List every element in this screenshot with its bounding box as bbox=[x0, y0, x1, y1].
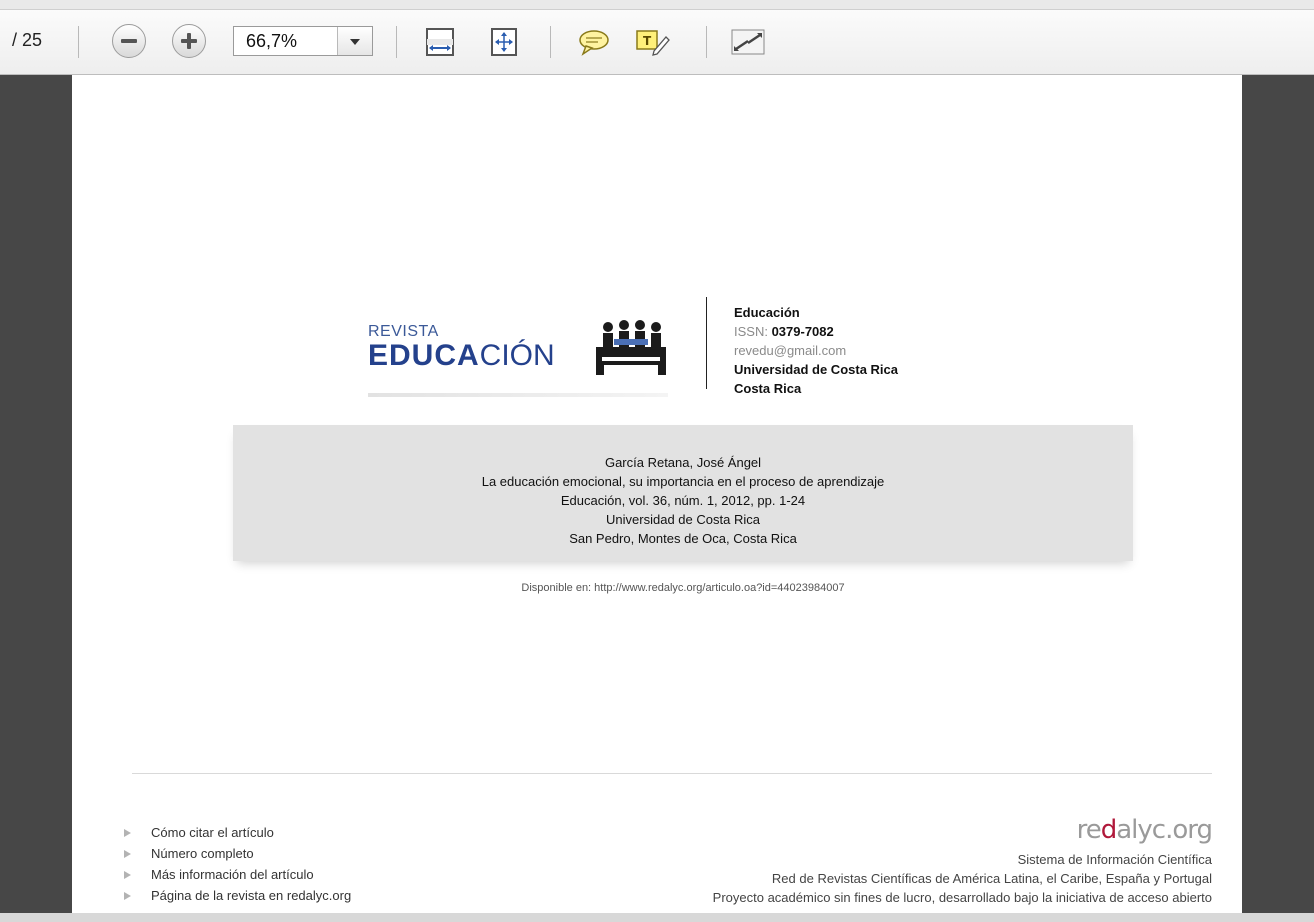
journal-info: Educación ISSN: 0379-7082 revedu@gmail.c… bbox=[734, 303, 898, 398]
link-journal-page[interactable]: Página de la revista en redalyc.org bbox=[151, 885, 351, 906]
pdf-toolbar: / 25 66,7% T bbox=[0, 10, 1314, 75]
highlight-text-button[interactable]: T bbox=[632, 24, 672, 60]
toolbar-separator bbox=[78, 26, 79, 58]
triangle-bullet-icon bbox=[124, 891, 131, 900]
citation-location: San Pedro, Montes de Oca, Costa Rica bbox=[569, 531, 797, 546]
fit-width-button[interactable] bbox=[420, 24, 460, 60]
footer-line-system: Sistema de Información Científica bbox=[1017, 852, 1212, 867]
footer-line-project: Proyecto académico sin fines de lucro, d… bbox=[712, 890, 1212, 905]
link-cite-article[interactable]: Cómo citar el artículo bbox=[151, 822, 274, 843]
triangle-bullet-icon bbox=[124, 849, 131, 858]
fit-page-icon bbox=[491, 28, 517, 56]
toolbar-separator bbox=[706, 26, 707, 58]
window-top-strip bbox=[0, 0, 1314, 10]
list-item[interactable]: Cómo citar el artículo bbox=[124, 822, 351, 843]
pdf-page: REVISTA EDUCACIÓN Educación ISSN: 0379-7… bbox=[72, 75, 1242, 922]
footer-divider bbox=[132, 773, 1212, 774]
chevron-down-icon bbox=[350, 39, 360, 45]
list-item[interactable]: Número completo bbox=[124, 843, 351, 864]
next-page-edge bbox=[0, 913, 1314, 922]
footer-info: Sistema de Información Científica Red de… bbox=[713, 850, 1212, 907]
page-count: / 25 bbox=[12, 30, 43, 50]
citation-box: García Retana, José Ángel La educación e… bbox=[233, 425, 1133, 561]
zoom-out-button[interactable] bbox=[112, 24, 146, 58]
svg-text:T: T bbox=[643, 34, 652, 48]
full-screen-button[interactable] bbox=[728, 24, 768, 60]
logo-underline bbox=[368, 393, 668, 397]
triangle-bullet-icon bbox=[124, 870, 131, 879]
list-item[interactable]: Página de la revista en redalyc.org bbox=[124, 885, 351, 906]
fit-width-icon bbox=[426, 28, 454, 56]
triangle-bullet-icon bbox=[124, 828, 131, 837]
citation-author: García Retana, José Ángel bbox=[604, 455, 762, 470]
comment-button[interactable] bbox=[574, 24, 614, 60]
text-highlight-icon: T bbox=[636, 30, 670, 56]
journal-logo: REVISTA EDUCACIÓN bbox=[368, 295, 670, 397]
footer-line-network: Red de Revistas Científicas de América L… bbox=[771, 871, 1212, 886]
expand-icon bbox=[731, 29, 765, 55]
toolbar-separator bbox=[396, 26, 397, 58]
minus-icon bbox=[121, 39, 137, 43]
fit-page-button[interactable] bbox=[484, 24, 524, 60]
citation-title: La educación emocional, su importancia e… bbox=[481, 474, 885, 489]
journal-university: Universidad de Costa Rica bbox=[734, 362, 898, 377]
people-at-table-icon bbox=[596, 320, 666, 375]
available-link[interactable]: Disponible en: http://www.redalyc.org/ar… bbox=[233, 582, 1133, 594]
journal-country: Costa Rica bbox=[734, 381, 802, 396]
citation-source: Educación, vol. 36, núm. 1, 2012, pp. 1-… bbox=[560, 493, 806, 508]
zoom-dropdown-button[interactable] bbox=[337, 27, 372, 55]
link-article-info[interactable]: Más información del artículo bbox=[151, 864, 314, 885]
journal-issn: ISSN: 0379-7082 bbox=[734, 324, 834, 339]
list-item[interactable]: Más información del artículo bbox=[124, 864, 351, 885]
zoom-value[interactable]: 66,7% bbox=[234, 31, 338, 52]
zoom-in-button[interactable] bbox=[172, 24, 206, 58]
journal-email: revedu@gmail.com bbox=[734, 343, 847, 358]
speech-bubble-icon bbox=[579, 30, 609, 56]
toolbar-separator bbox=[550, 26, 551, 58]
logo-educacion-text: EDUCACIÓN bbox=[368, 339, 555, 372]
zoom-select[interactable]: 66,7% bbox=[233, 26, 373, 56]
link-full-issue[interactable]: Número completo bbox=[151, 843, 254, 864]
logo-divider bbox=[706, 297, 707, 389]
citation-institution: Universidad de Costa Rica bbox=[606, 512, 760, 527]
article-links: Cómo citar el artículo Número completo M… bbox=[124, 822, 351, 906]
redalyc-logo: redalyc.org bbox=[1076, 815, 1213, 845]
journal-name: Educación bbox=[734, 305, 800, 320]
